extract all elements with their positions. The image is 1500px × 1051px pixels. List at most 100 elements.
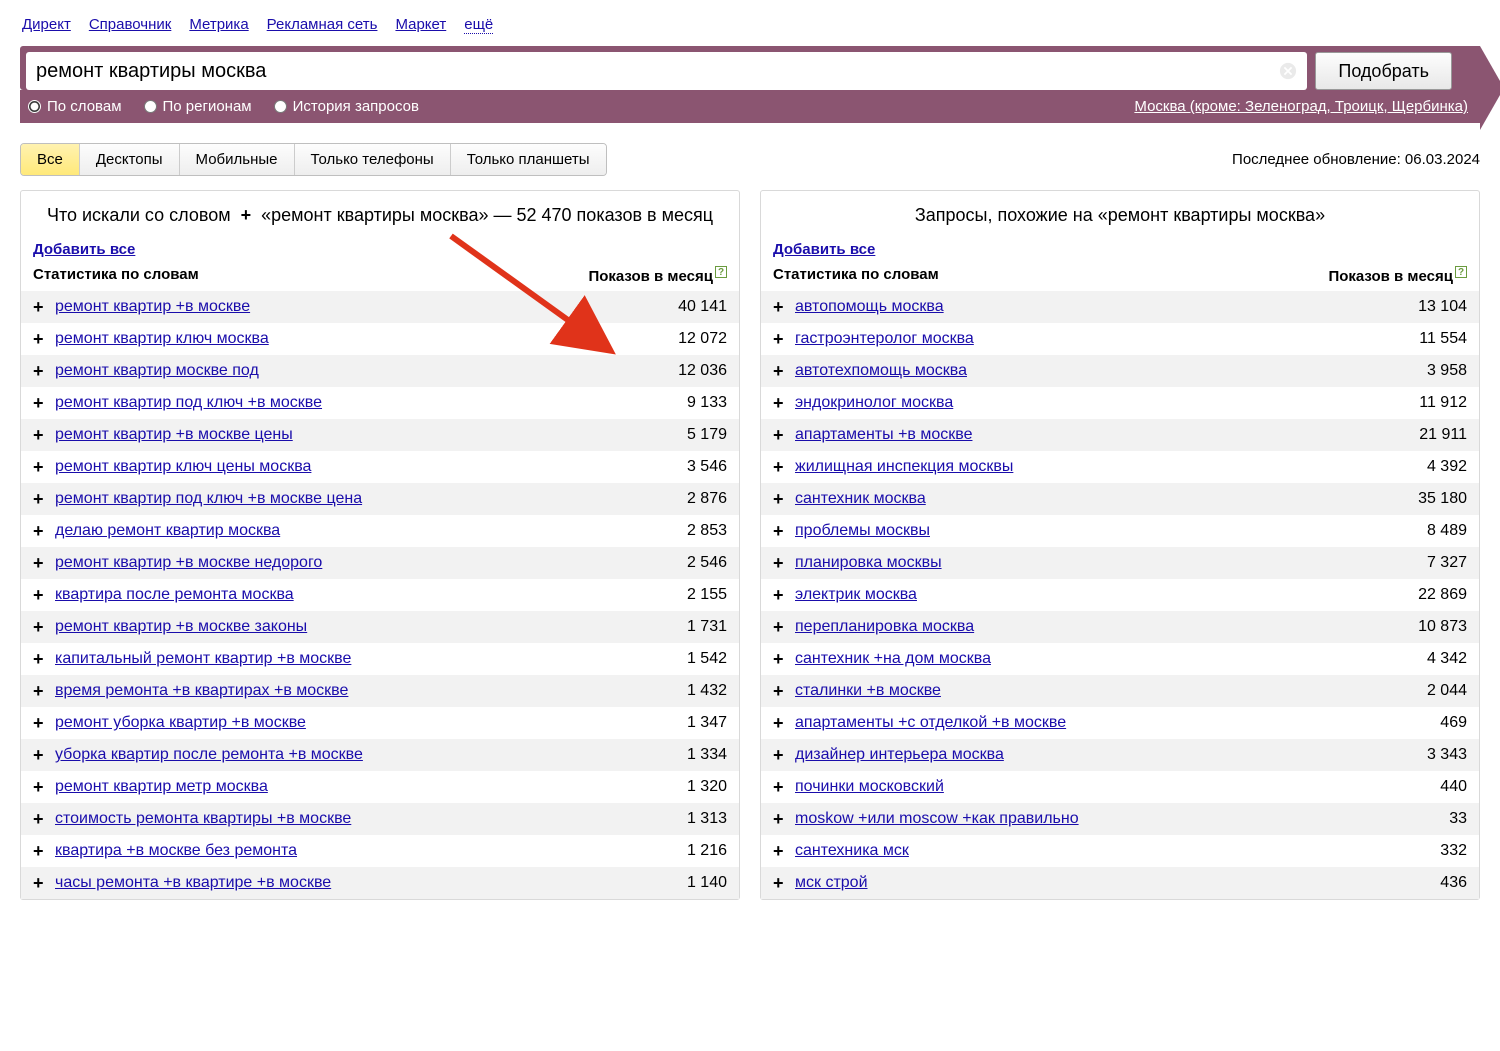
keyword-link[interactable]: апартаменты +в москве <box>795 426 1387 444</box>
add-keyword-button[interactable]: + <box>773 298 795 316</box>
add-keyword-button[interactable]: + <box>773 682 795 700</box>
keyword-link[interactable]: ремонт квартир +в москве законы <box>55 618 647 636</box>
add-keyword-button[interactable]: + <box>33 874 55 892</box>
add-keyword-button[interactable]: + <box>33 714 55 732</box>
keyword-link[interactable]: эндокринолог москва <box>795 394 1387 412</box>
nav-adnet[interactable]: Рекламная сеть <box>267 16 378 34</box>
keyword-link[interactable]: делаю ремонт квартир москва <box>55 522 647 540</box>
keyword-link[interactable]: починки московский <box>795 778 1387 796</box>
rows-left: +ремонт квартир +в москве40 141+ремонт к… <box>21 291 739 899</box>
add-keyword-button[interactable]: + <box>33 426 55 444</box>
add-keyword-button[interactable]: + <box>773 554 795 572</box>
keyword-link[interactable]: ремонт квартир метр москва <box>55 778 647 796</box>
keyword-link[interactable]: ремонт квартир москве под <box>55 362 647 380</box>
keyword-link[interactable]: сантехник москва <box>795 490 1387 508</box>
keyword-link[interactable]: время ремонта +в квартирах +в москве <box>55 682 647 700</box>
keyword-link[interactable]: сантехник +на дом москва <box>795 650 1387 668</box>
keyword-link[interactable]: ремонт квартир +в москве недорого <box>55 554 647 572</box>
add-keyword-button[interactable]: + <box>773 426 795 444</box>
tab-all[interactable]: Все <box>21 144 80 175</box>
add-keyword-button[interactable]: + <box>33 298 55 316</box>
keyword-link[interactable]: moskow +или moscow +как правильно <box>795 810 1387 828</box>
keyword-link[interactable]: ремонт квартир под ключ +в москве цена <box>55 490 647 508</box>
add-all-right[interactable]: Добавить все <box>761 237 887 262</box>
add-keyword-button[interactable]: + <box>33 810 55 828</box>
keyword-link[interactable]: ремонт квартир ключ цены москва <box>55 458 647 476</box>
add-keyword-button[interactable]: + <box>33 586 55 604</box>
keyword-link[interactable]: автотехпомощь москва <box>795 362 1387 380</box>
nav-direct[interactable]: Директ <box>22 16 71 34</box>
add-keyword-button[interactable]: + <box>773 618 795 636</box>
add-keyword-button[interactable]: + <box>773 778 795 796</box>
submit-button[interactable]: Подобрать <box>1315 52 1452 90</box>
nav-sprav[interactable]: Справочник <box>89 16 172 34</box>
keyword-link[interactable]: уборка квартир после ремонта +в москве <box>55 746 647 764</box>
keyword-link[interactable]: ремонт квартир ключ москва <box>55 330 647 348</box>
add-keyword-button[interactable]: + <box>33 522 55 540</box>
keyword-link[interactable]: гастроэнтеролог москва <box>795 330 1387 348</box>
radio-by-words[interactable]: По словам <box>28 98 122 115</box>
add-keyword-button[interactable]: + <box>773 394 795 412</box>
keyword-link[interactable]: квартира +в москве без ремонта <box>55 842 647 860</box>
add-keyword-button[interactable]: + <box>33 554 55 572</box>
keyword-link[interactable]: ремонт квартир под ключ +в москве <box>55 394 647 412</box>
keyword-link[interactable]: проблемы москвы <box>795 522 1387 540</box>
keyword-link[interactable]: планировка москвы <box>795 554 1387 572</box>
tab-mobile[interactable]: Мобильные <box>180 144 295 175</box>
help-icon[interactable]: ? <box>715 266 727 278</box>
add-keyword-button[interactable]: + <box>33 618 55 636</box>
add-keyword-button[interactable]: + <box>773 458 795 476</box>
keyword-link[interactable]: апартаменты +с отделкой +в москве <box>795 714 1387 732</box>
add-keyword-button[interactable]: + <box>773 810 795 828</box>
nav-market[interactable]: Маркет <box>395 16 446 34</box>
keyword-link[interactable]: капитальный ремонт квартир +в москве <box>55 650 647 668</box>
add-keyword-button[interactable]: + <box>33 778 55 796</box>
tab-tablets[interactable]: Только планшеты <box>451 144 606 175</box>
keyword-link[interactable]: сантехника мск <box>795 842 1387 860</box>
add-keyword-button[interactable]: + <box>33 362 55 380</box>
keyword-link[interactable]: электрик москва <box>795 586 1387 604</box>
add-keyword-button[interactable]: + <box>773 586 795 604</box>
keyword-link[interactable]: перепланировка москва <box>795 618 1387 636</box>
search-input[interactable] <box>36 60 1279 83</box>
add-keyword-button[interactable]: + <box>773 362 795 380</box>
keyword-link[interactable]: часы ремонта +в квартире +в москве <box>55 874 647 892</box>
keyword-link[interactable]: ремонт уборка квартир +в москве <box>55 714 647 732</box>
add-keyword-button[interactable]: + <box>773 522 795 540</box>
shows-value: 11 554 <box>1387 330 1467 348</box>
add-all-left[interactable]: Добавить все <box>21 237 147 262</box>
help-icon[interactable]: ? <box>1455 266 1467 278</box>
add-keyword-button[interactable]: + <box>33 330 55 348</box>
add-keyword-button[interactable]: + <box>773 842 795 860</box>
keyword-link[interactable]: ремонт квартир +в москве <box>55 298 647 316</box>
add-keyword-button[interactable]: + <box>773 746 795 764</box>
nav-more[interactable]: ещё <box>464 16 493 34</box>
add-keyword-button[interactable]: + <box>33 394 55 412</box>
radio-history[interactable]: История запросов <box>274 98 419 115</box>
add-keyword-button[interactable]: + <box>33 458 55 476</box>
add-keyword-button[interactable]: + <box>33 746 55 764</box>
tab-desktop[interactable]: Десктопы <box>80 144 180 175</box>
radio-by-regions[interactable]: По регионам <box>144 98 252 115</box>
tab-phones[interactable]: Только телефоны <box>295 144 451 175</box>
add-keyword-button[interactable]: + <box>33 490 55 508</box>
add-keyword-button[interactable]: + <box>773 714 795 732</box>
keyword-link[interactable]: дизайнер интерьера москва <box>795 746 1387 764</box>
region-link[interactable]: Москва (кроме: Зеленоград, Троицк, Щерби… <box>1134 98 1468 115</box>
add-keyword-button[interactable]: + <box>33 650 55 668</box>
keyword-link[interactable]: мск строй <box>795 874 1387 892</box>
keyword-link[interactable]: квартира после ремонта москва <box>55 586 647 604</box>
keyword-link[interactable]: жилищная инспекция москвы <box>795 458 1387 476</box>
keyword-link[interactable]: сталинки +в москве <box>795 682 1387 700</box>
nav-metrika[interactable]: Метрика <box>189 16 248 34</box>
add-keyword-button[interactable]: + <box>773 490 795 508</box>
add-keyword-button[interactable]: + <box>33 842 55 860</box>
add-keyword-button[interactable]: + <box>773 874 795 892</box>
add-keyword-button[interactable]: + <box>33 682 55 700</box>
keyword-link[interactable]: автопомощь москва <box>795 298 1387 316</box>
keyword-link[interactable]: ремонт квартир +в москве цены <box>55 426 647 444</box>
add-keyword-button[interactable]: + <box>773 330 795 348</box>
keyword-link[interactable]: стоимость ремонта квартиры +в москве <box>55 810 647 828</box>
clear-icon[interactable] <box>1279 62 1297 80</box>
add-keyword-button[interactable]: + <box>773 650 795 668</box>
